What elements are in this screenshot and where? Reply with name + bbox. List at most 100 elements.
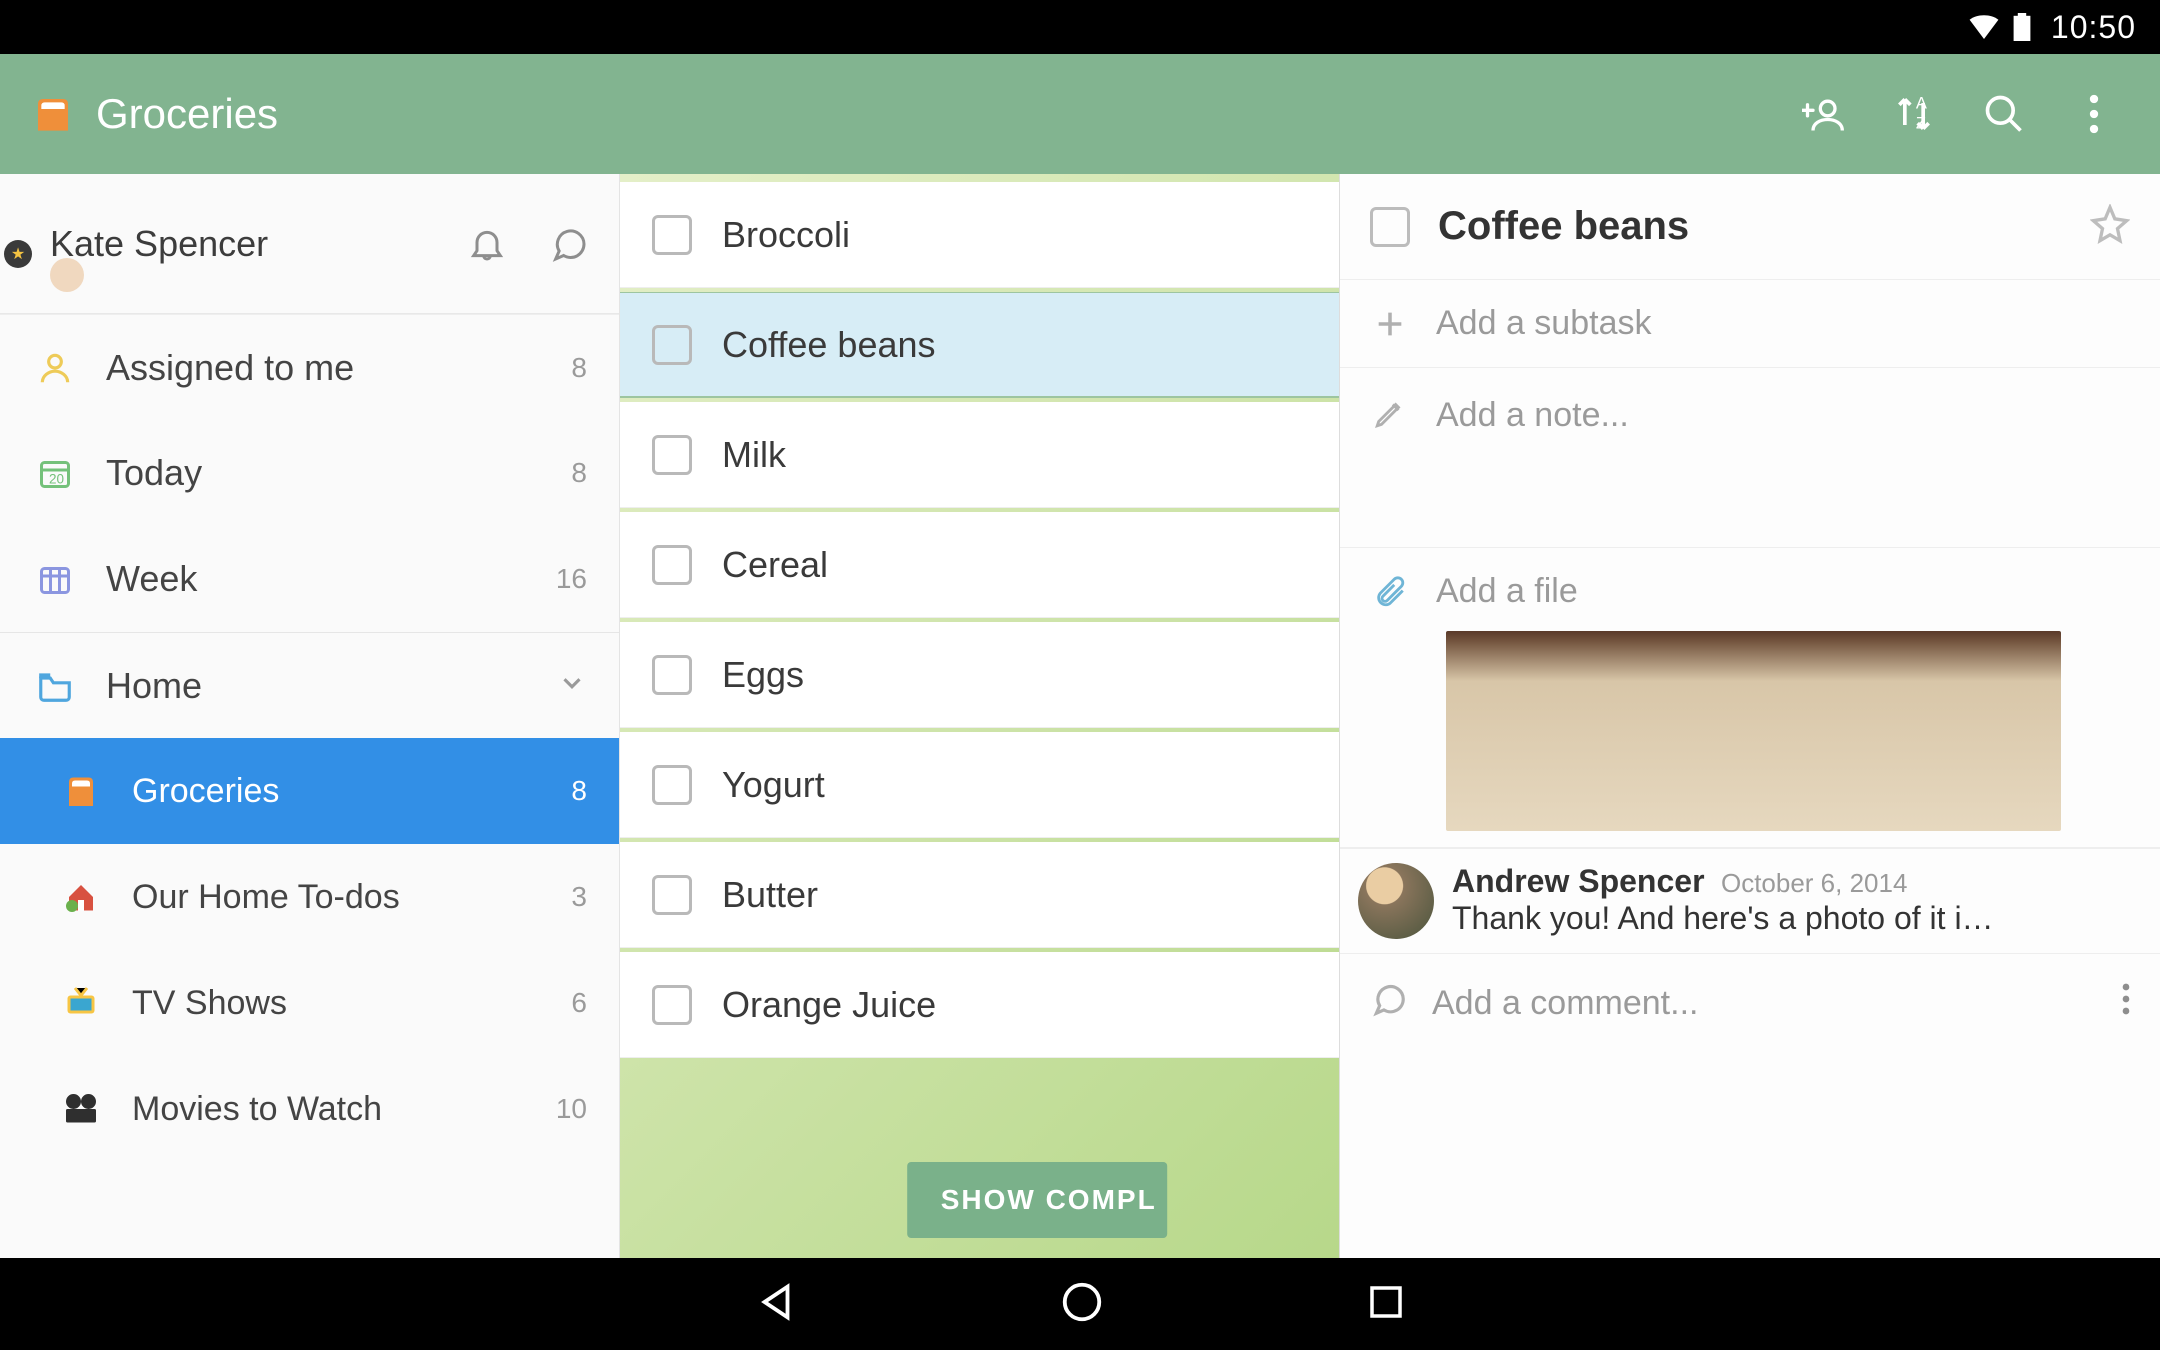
system-nav-bar — [0, 1258, 2160, 1350]
comment-avatar — [1358, 863, 1434, 939]
add-subtask-placeholder: Add a subtask — [1436, 304, 1651, 343]
sidebar-item-label: Week — [106, 558, 526, 600]
task-label: Milk — [722, 434, 786, 476]
task-row[interactable]: Orange Juice — [620, 952, 1339, 1058]
show-completed-button[interactable]: SHOW COMPL — [907, 1162, 1167, 1238]
sidebar-item-count: 8 — [559, 457, 587, 489]
checkbox[interactable] — [652, 325, 692, 365]
search-icon[interactable] — [1968, 78, 2040, 150]
battery-icon — [2013, 13, 2031, 41]
task-row[interactable]: Broccoli — [620, 182, 1339, 288]
android-status-bar: 10:50 — [0, 0, 2160, 54]
task-label: Broccoli — [722, 214, 850, 256]
checkbox[interactable] — [652, 545, 692, 585]
star-icon[interactable] — [2090, 204, 2130, 249]
profile-header[interactable]: ★ Kate Spencer — [0, 174, 619, 314]
checkbox[interactable] — [652, 765, 692, 805]
sort-icon[interactable]: AZ — [1878, 78, 1950, 150]
home-icon[interactable] — [1059, 1279, 1105, 1330]
sidebar-list-label: TV Shows — [132, 984, 529, 1023]
sidebar-list-label: Our Home To-dos — [132, 878, 529, 917]
sidebar: ★ Kate Spencer Assigned to me 8 20 Today… — [0, 174, 620, 1258]
task-row[interactable]: Milk — [620, 402, 1339, 508]
checkbox[interactable] — [1370, 207, 1410, 247]
sidebar-list-groceries[interactable]: Groceries 8 — [0, 738, 619, 844]
task-row[interactable]: Yogurt — [620, 732, 1339, 838]
comment-date: October 6, 2014 — [1721, 868, 1907, 898]
app-toolbar: Groceries AZ — [0, 54, 2160, 174]
sidebar-folder-home[interactable]: Home — [0, 632, 619, 738]
comment-icon — [1370, 980, 1408, 1027]
comment-author: Andrew Spencer — [1452, 863, 1705, 900]
week-icon — [34, 558, 76, 600]
add-file-placeholder: Add a file — [1436, 572, 1578, 611]
add-comment-row[interactable]: Add a comment... — [1340, 953, 2160, 1053]
sidebar-list-movies[interactable]: Movies to Watch 10 — [0, 1056, 619, 1162]
task-row[interactable]: Cereal — [620, 512, 1339, 618]
task-label: Eggs — [722, 654, 804, 696]
add-file-section: Add a file — [1340, 548, 2160, 848]
list-icon — [60, 770, 102, 812]
task-list-pane: Broccoli Coffee beans Milk Cereal Eggs Y… — [620, 174, 1340, 1258]
clock-time: 10:50 — [2051, 9, 2136, 46]
sidebar-item-assigned[interactable]: Assigned to me 8 — [0, 314, 619, 420]
sidebar-list-count: 6 — [559, 987, 587, 1019]
profile-name: Kate Spencer — [50, 223, 443, 265]
sidebar-item-count: 16 — [556, 563, 587, 595]
camera-icon — [60, 1088, 102, 1130]
detail-title[interactable]: Coffee beans — [1438, 204, 2062, 249]
svg-text:20: 20 — [49, 472, 64, 487]
comment-text: Thank you! And here's a photo of it i… — [1452, 900, 2142, 937]
sidebar-item-today[interactable]: 20 Today 8 — [0, 420, 619, 526]
sidebar-list-home-todos[interactable]: Our Home To-dos 3 — [0, 844, 619, 950]
plus-icon — [1370, 307, 1410, 341]
recents-icon[interactable] — [1365, 1281, 1407, 1328]
checkbox[interactable] — [652, 875, 692, 915]
conversations-icon[interactable] — [547, 222, 591, 266]
add-file-row[interactable]: Add a file — [1370, 572, 2080, 611]
sidebar-list-count: 8 — [559, 775, 587, 807]
assigned-icon — [34, 347, 76, 389]
add-subtask-row[interactable]: Add a subtask — [1340, 280, 2160, 368]
task-row[interactable]: Coffee beans — [620, 292, 1339, 398]
detail-header: Coffee beans — [1340, 174, 2160, 280]
sidebar-item-week[interactable]: Week 16 — [0, 526, 619, 632]
sidebar-item-count: 8 — [559, 352, 587, 384]
back-icon[interactable] — [753, 1279, 799, 1330]
overflow-menu-icon[interactable] — [2058, 78, 2130, 150]
page-title: Groceries — [96, 90, 278, 138]
pro-badge-icon: ★ — [4, 240, 32, 268]
tv-icon — [60, 982, 102, 1024]
list-icon — [30, 91, 76, 137]
task-detail-pane: Coffee beans Add a subtask Add a note...… — [1340, 174, 2160, 1258]
folder-icon — [34, 665, 76, 707]
sidebar-list-label: Groceries — [132, 772, 529, 811]
task-label: Orange Juice — [722, 984, 936, 1026]
house-icon — [60, 876, 102, 918]
task-label: Yogurt — [722, 764, 825, 806]
checkbox[interactable] — [652, 985, 692, 1025]
svg-text:Z: Z — [1916, 115, 1926, 133]
today-icon: 20 — [34, 452, 76, 494]
add-person-icon[interactable] — [1788, 78, 1860, 150]
file-thumbnail[interactable] — [1446, 631, 2061, 831]
add-note-row[interactable]: Add a note... — [1340, 368, 2160, 548]
sidebar-folder-label: Home — [106, 665, 517, 707]
add-comment-placeholder: Add a comment... — [1432, 984, 1698, 1023]
overflow-menu-icon[interactable] — [2122, 982, 2130, 1025]
comment-item: Andrew Spencer October 6, 2014 Thank you… — [1340, 848, 2160, 953]
sidebar-list-label: Movies to Watch — [132, 1090, 526, 1129]
task-row[interactable]: Butter — [620, 842, 1339, 948]
task-label: Cereal — [722, 544, 828, 586]
checkbox[interactable] — [652, 215, 692, 255]
notifications-icon[interactable] — [465, 222, 509, 266]
task-row[interactable]: Eggs — [620, 622, 1339, 728]
sidebar-item-label: Assigned to me — [106, 347, 529, 389]
pencil-icon — [1370, 396, 1410, 430]
svg-text:A: A — [1916, 95, 1927, 113]
add-note-placeholder: Add a note... — [1436, 396, 1629, 435]
sidebar-item-label: Today — [106, 452, 529, 494]
checkbox[interactable] — [652, 435, 692, 475]
checkbox[interactable] — [652, 655, 692, 695]
sidebar-list-tv-shows[interactable]: TV Shows 6 — [0, 950, 619, 1056]
